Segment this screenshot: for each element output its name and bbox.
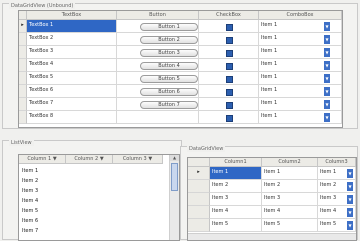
dropdown-arrow-icon[interactable]: ▼ [347, 169, 353, 178]
grid-button[interactable]: Button 2 [140, 36, 198, 44]
row-header[interactable] [188, 206, 210, 219]
row-header[interactable]: ▸ [188, 167, 210, 180]
bound-grid[interactable]: Column1 Column2 Column3 ▸ Item 1 Item 1 Ite… [187, 157, 357, 241]
row-header[interactable] [19, 111, 27, 124]
row-header[interactable] [19, 85, 27, 98]
bound-grid-header-column2[interactable]: Column2 [262, 158, 318, 167]
row-header[interactable] [19, 46, 27, 59]
bound-grid-header-column1[interactable]: Column1 [210, 158, 262, 167]
row-header[interactable] [188, 193, 210, 206]
list-header-column-1[interactable]: Column 1 ▼ [19, 155, 66, 164]
top-grid[interactable]: TextBox Button CheckBox ComboBox ▸ TextBo… [18, 10, 343, 128]
scroll-thumb[interactable] [171, 163, 178, 191]
checkbox[interactable] [226, 76, 233, 83]
row-header[interactable] [19, 33, 27, 46]
list-item[interactable]: Item 3 [22, 186, 66, 196]
table-cell[interactable]: Item 1 [262, 167, 318, 180]
list-header-label: Column 1 [27, 156, 52, 162]
top-grid-header-checkbox[interactable]: CheckBox [199, 11, 259, 20]
textbox-cell[interactable]: TextBox 1 [27, 20, 117, 33]
list-header-label: Column 2 [74, 156, 99, 162]
textbox-cell[interactable]: TextBox 6 [27, 85, 117, 98]
list-item[interactable]: Item 4 [22, 196, 66, 206]
list-header-column-2[interactable]: Column 2 ▼ [66, 155, 113, 164]
chevron-down-icon: ▼ [52, 156, 57, 162]
table-cell[interactable]: Item 2 [262, 180, 318, 193]
row-header[interactable] [19, 98, 27, 111]
grid-button[interactable]: Button 1 [140, 23, 198, 31]
row-header[interactable] [19, 59, 27, 72]
list-header-column-3[interactable]: Column 3 ▼ [113, 155, 163, 164]
dropdown-arrow-icon[interactable]: ▼ [324, 100, 330, 109]
table-cell[interactable]: Item 5 [262, 219, 318, 232]
table-cell[interactable]: Item 4 [210, 206, 262, 219]
checkbox[interactable] [226, 89, 233, 96]
top-group-title: DataGridView (Unbound) [9, 3, 76, 9]
table-cell[interactable]: Item 3 [262, 193, 318, 206]
list-item[interactable]: Item 1 [22, 166, 66, 176]
bound-group-title: DataGridView [187, 146, 226, 152]
grid-button[interactable]: Button 5 [140, 75, 198, 83]
dropdown-arrow-icon[interactable]: ▼ [324, 61, 330, 70]
dropdown-arrow-icon[interactable]: ▼ [324, 113, 330, 122]
bound-grid-corner [188, 158, 210, 167]
textbox-cell[interactable]: TextBox 4 [27, 59, 117, 72]
top-group: DataGridView (Unbound) TextBox Button Ch… [2, 3, 358, 129]
dropdown-arrow-icon[interactable]: ▼ [347, 195, 353, 204]
dropdown-arrow-icon[interactable]: ▼ [324, 48, 330, 57]
dropdown-arrow-icon[interactable]: ▼ [347, 182, 353, 191]
dropdown-arrow-icon[interactable]: ▼ [347, 208, 353, 217]
list-item[interactable]: Item 5 [22, 206, 66, 216]
list-group: ListView Column 1 ▼ Column 2 ▼ Column 3 … [2, 140, 182, 241]
top-grid-header-combobox[interactable]: ComboBox [259, 11, 342, 20]
scroll-up-icon[interactable]: ▲ [170, 155, 179, 161]
textbox-cell[interactable]: TextBox 5 [27, 72, 117, 85]
table-cell[interactable]: Item 3 [210, 193, 262, 206]
checkbox[interactable] [226, 102, 233, 109]
top-grid-header-textbox[interactable]: TextBox [27, 11, 117, 20]
list-item[interactable]: Item 2 [22, 176, 66, 186]
row-header[interactable] [188, 180, 210, 193]
grid-button[interactable]: Button 4 [140, 62, 198, 70]
row-header[interactable]: ▸ [19, 20, 27, 33]
grid-button[interactable]: Button 6 [140, 88, 198, 96]
grid-button[interactable]: Button 7 [140, 101, 198, 109]
checkbox[interactable] [226, 63, 233, 70]
textbox-cell[interactable]: TextBox 3 [27, 46, 117, 59]
checkbox[interactable] [226, 50, 233, 57]
row-header[interactable] [19, 72, 27, 85]
bound-group: DataGridView Column1 Column2 Column3 ▸ It… [180, 146, 358, 241]
textbox-cell[interactable]: TextBox 2 [27, 33, 117, 46]
chevron-down-icon: ▼ [148, 156, 153, 162]
dropdown-arrow-icon[interactable]: ▼ [324, 74, 330, 83]
top-grid-corner [19, 11, 27, 20]
textbox-cell[interactable]: TextBox 8 [27, 111, 117, 124]
list-item[interactable]: Item 7 [22, 226, 66, 236]
list-item[interactable]: Item 6 [22, 216, 66, 226]
grid-button[interactable]: Button 3 [140, 49, 198, 57]
textbox-cell[interactable]: TextBox 7 [27, 98, 117, 111]
dropdown-arrow-icon[interactable]: ▼ [324, 87, 330, 96]
table-cell[interactable]: Item 5 [210, 219, 262, 232]
table-cell[interactable]: Item 1 [210, 167, 262, 180]
button-cell [117, 111, 199, 124]
checkbox[interactable] [226, 115, 233, 122]
dropdown-arrow-icon[interactable]: ▼ [324, 35, 330, 44]
top-grid-header-button[interactable]: Button [117, 11, 199, 20]
table-cell[interactable]: Item 2 [210, 180, 262, 193]
row-header[interactable] [188, 219, 210, 232]
bound-horizontal-scrollbar[interactable] [188, 233, 356, 240]
list-vertical-scrollbar[interactable]: ▲ [169, 155, 179, 240]
checkbox[interactable] [226, 24, 233, 31]
list-view[interactable]: Column 1 ▼ Column 2 ▼ Column 3 ▼ Item 1I… [18, 154, 180, 241]
chevron-down-icon: ▼ [99, 156, 104, 162]
table-cell[interactable]: Item 4 [262, 206, 318, 219]
dropdown-arrow-icon[interactable]: ▼ [324, 22, 330, 31]
list-group-title: ListView [9, 140, 34, 146]
checkbox[interactable] [226, 37, 233, 44]
list-header-label: Column 3 [122, 156, 147, 162]
bound-grid-header-column3[interactable]: Column3 [318, 158, 356, 167]
dropdown-arrow-icon[interactable]: ▼ [347, 221, 353, 230]
